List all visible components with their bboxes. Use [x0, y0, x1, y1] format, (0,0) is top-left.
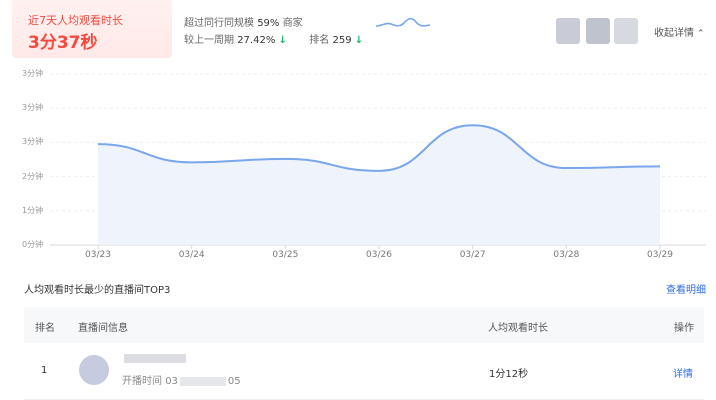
column-header-avg-watch-time: 人均观看时长 — [488, 323, 548, 334]
view-detail-link[interactable]: 查看明细 — [666, 281, 706, 296]
avatar[interactable] — [556, 18, 580, 44]
avg-watch-time-value: 3分37秒 — [28, 33, 98, 53]
table-row: 1 开播时间 03 05 1分12秒 详情 — [24, 343, 704, 400]
collapse-details-label: 收起详情 — [654, 28, 694, 39]
row-avg-watch-time: 1分12秒 — [489, 369, 529, 380]
x-tick-label: 03/29 — [647, 250, 673, 260]
start-time-start: 03 — [165, 376, 178, 387]
x-tick-label: 03/24 — [178, 250, 205, 260]
room-start-time: 开播时间 03 05 — [122, 372, 241, 387]
room-avatar — [79, 355, 109, 385]
x-tick-label: 03/26 — [366, 250, 392, 260]
x-tick-label: 03/23 — [85, 250, 111, 260]
peer-unit: 商家 — [282, 18, 303, 29]
table-header: 排名 直播间信息 人均观看时长 操作 — [24, 307, 704, 343]
y-tick-label: 1分钟 — [22, 205, 44, 215]
column-header-rank: 排名 — [35, 323, 55, 334]
column-header-action: 操作 — [674, 323, 694, 334]
comparison-panel: 超过同行同规模 59% 商家 较上一周期 27.42% ↓ 排名 259 ↓ — [184, 15, 363, 49]
watch-time-chart: 0分钟 1分钟 2分钟 3分钟 3分钟 3分钟 03/23 03/24 03/25 03/26 03… — [0, 58, 716, 270]
chevron-up-icon: ⌃ — [697, 29, 705, 39]
column-header-room-info: 直播间信息 — [78, 323, 128, 334]
avatar[interactable] — [586, 18, 610, 44]
sparkline-path — [375, 17, 431, 27]
y-tick-label: 2分钟 — [22, 171, 44, 181]
down-arrow-icon: ↓ — [354, 35, 364, 46]
start-time-end: 05 — [227, 376, 241, 387]
x-tick-label: 03/28 — [553, 250, 580, 260]
y-tick-label: 0分钟 — [22, 240, 44, 249]
down-arrow-icon: ↓ — [278, 35, 287, 46]
period-comparison: 较上一周期 27.42% ↓ 排名 259 ↓ — [184, 32, 363, 49]
row-detail-link[interactable]: 详情 — [673, 365, 693, 380]
y-tick-label: 3分钟 — [22, 69, 44, 78]
rank-label: 排名 — [309, 35, 330, 46]
room-name-blurred — [124, 354, 186, 363]
row-rank: 1 — [41, 365, 48, 376]
avatar-group — [556, 18, 642, 44]
chart-svg — [50, 73, 706, 249]
avatar[interactable] — [614, 18, 638, 44]
trend-sparkline — [375, 17, 431, 27]
table-title: 人均观看时长最少的直播间TOP3 — [24, 285, 171, 296]
y-tick-label: 3分钟 — [22, 103, 44, 113]
start-time-prefix: 开播时间 — [122, 376, 162, 387]
x-tick-label: 03/27 — [459, 250, 486, 260]
collapse-details-button[interactable]: 收起详情 ⌃ — [654, 24, 705, 39]
x-tick-label: 03/25 — [272, 250, 299, 260]
avg-watch-time-label: 近7天人均观看时长 — [28, 14, 123, 27]
peer-comparison: 超过同行同规模 59% 商家 — [184, 15, 363, 32]
y-tick-label: 3分钟 — [22, 137, 44, 147]
peer-text: 超过同行同规模 — [184, 18, 254, 29]
period-text: 较上一周期 — [184, 35, 234, 46]
period-value: 27.42% — [237, 35, 276, 46]
start-time-blurred — [179, 376, 226, 386]
rank-value: 259 — [332, 35, 352, 46]
series-area — [98, 125, 660, 245]
peer-percent: 59% — [257, 18, 280, 29]
avg-watch-time-card: 近7天人均观看时长 3分37秒 — [12, 0, 172, 58]
